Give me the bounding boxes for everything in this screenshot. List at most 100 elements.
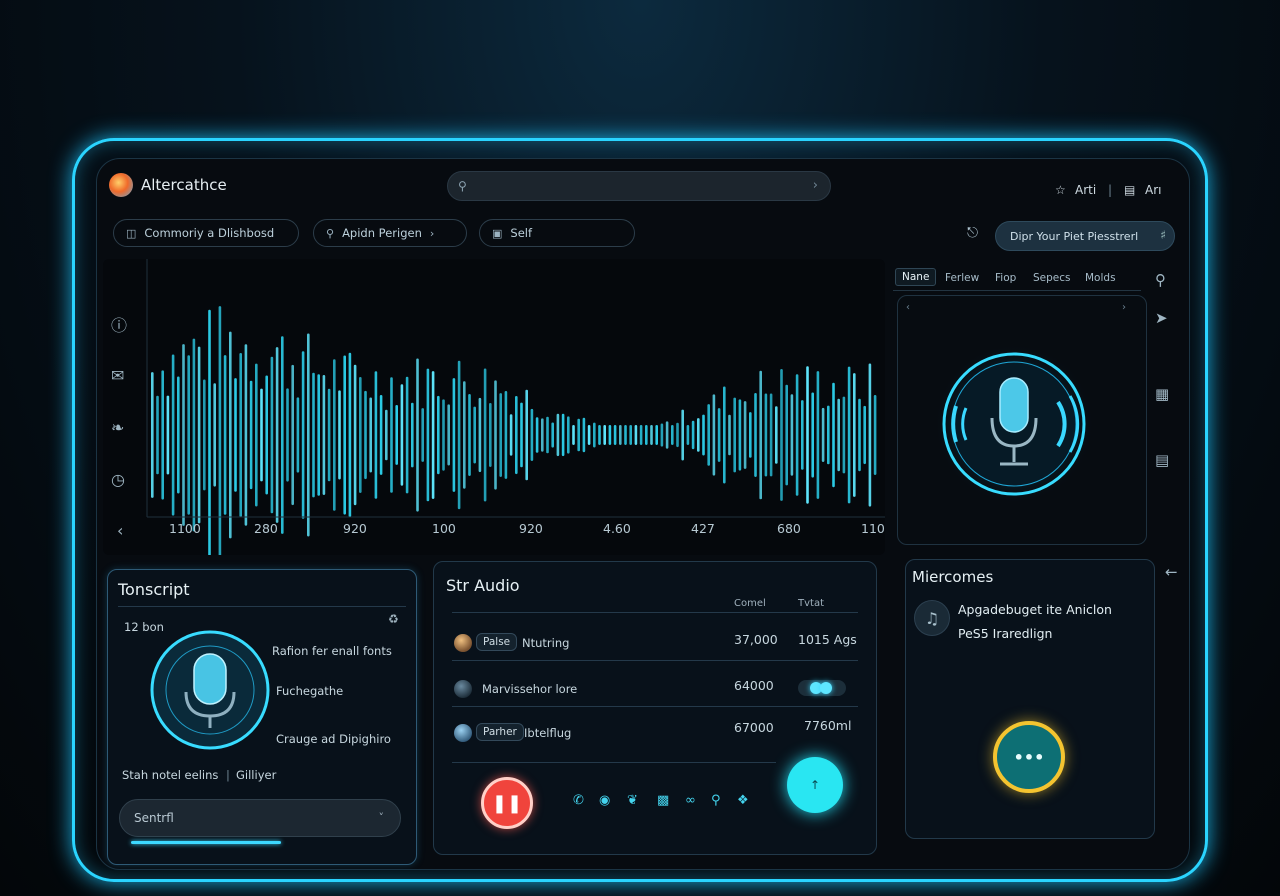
leaf-icon[interactable]: ❧ — [111, 418, 124, 437]
tab-ferlew[interactable]: Ferlew — [945, 272, 979, 284]
waveform-panel[interactable] — [103, 259, 885, 555]
location-icon[interactable]: ⚲ — [711, 793, 721, 808]
open-request-label: Dipr Your Piet Piesstrerl — [1010, 229, 1139, 243]
chevron-left-icon[interactable]: ‹ — [117, 521, 123, 540]
waveform-bar — [390, 377, 393, 493]
table-row[interactable]: Palse Ntutring 37,000 1015 Ags — [452, 632, 858, 658]
bookmark-icon[interactable]: ▤ — [1124, 183, 1135, 197]
row-toggle[interactable] — [798, 680, 846, 696]
search-input[interactable]: ⚲ › — [447, 171, 831, 201]
language-select[interactable]: Sentrfl ˅ — [119, 799, 401, 837]
waveform-bar — [275, 347, 279, 523]
share-icon[interactable]: ⎋ — [967, 225, 978, 241]
avatar — [454, 724, 472, 742]
bell-icon[interactable]: ♯ — [1160, 228, 1166, 242]
waveform-bar — [842, 396, 846, 474]
link-icon[interactable]: ∞ — [685, 793, 696, 808]
waveform-bar — [244, 344, 248, 526]
info-icon[interactable]: ⓘ — [111, 312, 127, 336]
refresh-icon[interactable]: ♻ — [388, 612, 399, 626]
waveform-bar — [577, 418, 580, 452]
waveform-bar — [400, 384, 404, 486]
waveform-bar — [489, 403, 492, 467]
history-icon[interactable]: ◷ — [111, 470, 125, 489]
waveform-bar — [301, 351, 305, 519]
tab-sepecs[interactable]: Sepecs — [1033, 272, 1071, 284]
tab-molds[interactable]: Molds — [1085, 272, 1116, 284]
waveform-bar — [504, 391, 508, 479]
tab-nane[interactable]: Nane — [895, 268, 937, 286]
tick-label: 110 — [861, 521, 885, 536]
waveform-bar — [775, 406, 778, 464]
waveform-bar — [307, 333, 310, 537]
nav-apidn-label: Apidn Perigen — [342, 226, 422, 240]
waveform-bar — [447, 404, 450, 466]
star-icon[interactable]: ☆ — [1055, 183, 1066, 197]
waveform-bar — [821, 407, 825, 462]
waveform-bar — [213, 383, 216, 487]
waveform-bar — [177, 376, 180, 494]
butterfly-icon[interactable]: ❦ — [627, 793, 638, 808]
waveform-bar — [827, 405, 830, 465]
app-title: Altercathce — [141, 176, 227, 194]
open-request-button[interactable]: Dipr Your Piet Piesstrerl ♯ — [995, 221, 1175, 251]
waveform-bar — [182, 344, 185, 526]
waveform-bar — [520, 402, 523, 468]
record-pause-button[interactable]: ❚❚ — [481, 777, 533, 829]
microcomes-line-1: Apgadebuget ite Aniclon — [958, 602, 1112, 617]
calculator-icon[interactable]: ▦ — [1155, 385, 1169, 403]
waveform-bar — [260, 388, 263, 482]
grid-icon[interactable]: ❖ — [737, 793, 749, 808]
waveform-bar — [437, 395, 440, 475]
clipboard-icon[interactable]: ▤ — [1155, 451, 1169, 469]
table-row[interactable]: Marvissehor lore 64000 — [452, 678, 858, 704]
transcript-label-2: Fuchegathe — [276, 684, 344, 698]
waveform-bar — [723, 386, 726, 484]
waveform-bar — [749, 412, 752, 458]
more-options-button[interactable]: ••• — [993, 721, 1065, 793]
tab-fiop[interactable]: Fiop — [995, 272, 1016, 284]
nav-dashboard[interactable]: ◫ Commoriy a Dlishbosd — [113, 219, 299, 247]
waveform-bar — [208, 309, 211, 555]
waveform-bar — [218, 306, 222, 555]
globe-icon[interactable]: ◉ — [599, 793, 610, 808]
waveform-bar — [379, 395, 383, 475]
waveform-bar — [353, 364, 357, 506]
waveform-bar — [525, 389, 528, 481]
chevron-down-icon: ˅ — [378, 811, 385, 824]
nav-self[interactable]: ▣ Self — [479, 219, 635, 247]
arrow-up-icon: ↑ — [809, 778, 821, 792]
waveform-bar — [712, 394, 716, 476]
search-icon: ⚲ — [326, 226, 335, 240]
table-row[interactable]: Parher Ibtelflug 67000 7760ml — [452, 718, 858, 748]
header-item-2[interactable]: Arı — [1145, 183, 1161, 197]
transcript-progress — [131, 841, 281, 844]
waveform-bar — [806, 366, 809, 504]
header-item-1[interactable]: Arti — [1075, 183, 1096, 197]
arrow-left-icon[interactable]: ← — [1165, 563, 1178, 581]
waveform-bar — [790, 394, 794, 476]
search-icon[interactable]: ⚲ — [1155, 271, 1166, 289]
waveform-bar — [416, 358, 419, 512]
send-icon[interactable]: ➤ — [1155, 309, 1168, 327]
waveform-bar — [613, 425, 617, 445]
box-icon[interactable]: ▩ — [657, 793, 669, 808]
nav-apidn[interactable]: ⚲ Apidn Perigen › — [313, 219, 467, 247]
waveform-bar — [343, 355, 346, 515]
waveform-bar — [556, 413, 560, 457]
waveform-bar — [457, 360, 461, 510]
row-name: Ibtelflug — [524, 726, 572, 740]
more-icon: ••• — [1013, 747, 1045, 767]
chevron-right-icon[interactable]: › — [813, 178, 818, 193]
waveform-bar — [473, 406, 476, 464]
transcript-footer-separator: | — [226, 768, 230, 782]
transcript-label-1: Rafion fer enall fonts — [272, 644, 392, 658]
row-value: 67000 — [734, 720, 774, 735]
waveform-bar — [645, 425, 648, 445]
phone-icon[interactable]: ✆ — [573, 793, 584, 808]
mic-visual-card[interactable]: ‹ › — [897, 295, 1147, 545]
upload-button[interactable]: ↑ — [787, 757, 843, 813]
audio-col-2: Tvtat — [798, 598, 824, 609]
waveform-bar — [546, 416, 549, 454]
mail-icon[interactable]: ✉ — [111, 366, 124, 385]
